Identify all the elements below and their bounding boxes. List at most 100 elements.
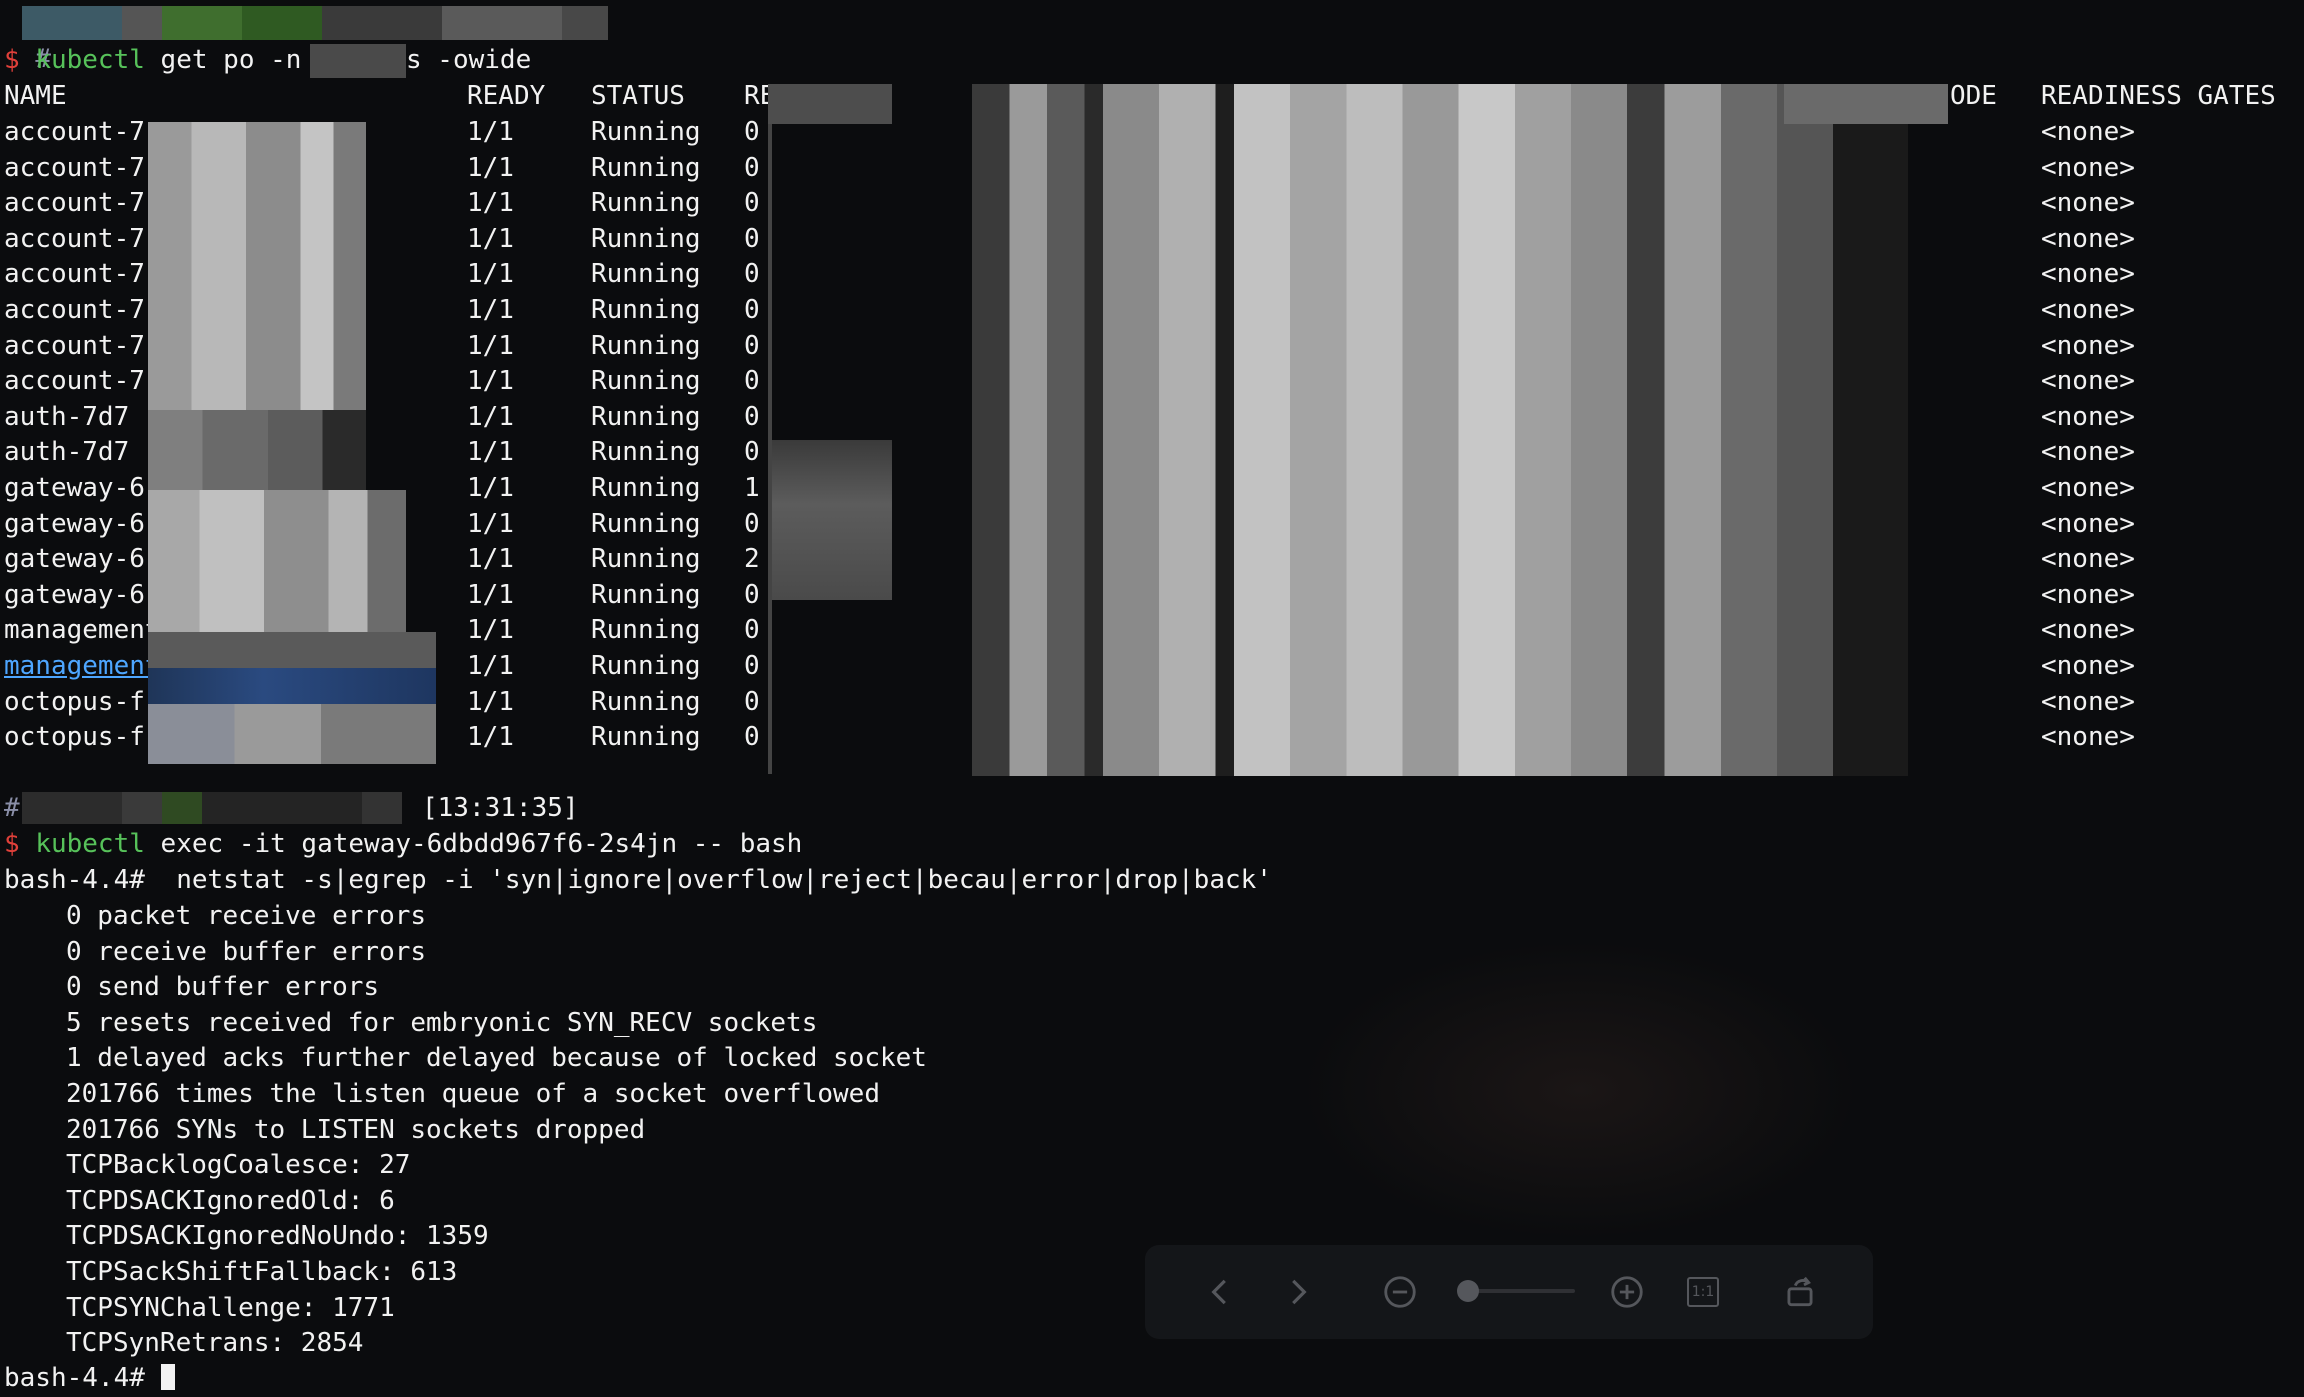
pod-ready: 1/1 <box>467 579 514 610</box>
redacted-block <box>202 792 362 824</box>
chevron-left-icon[interactable] <box>1195 1267 1245 1317</box>
redacted-columns <box>772 440 892 600</box>
pod-name: gateway-6 <box>4 544 145 575</box>
pod-ready: 1/1 <box>467 437 514 468</box>
redacted-block <box>362 792 402 824</box>
output-line: 0 packet receive errors <box>66 901 427 931</box>
pod-readiness-gates: <none> <box>2041 295 2135 325</box>
final-prompt-line[interactable]: bash-4.4# <box>4 1361 175 1397</box>
command-name: kubectl <box>35 45 145 75</box>
command-line-1: $ kubectl get po -n <box>4 43 301 79</box>
header-ready: READY <box>467 81 546 111</box>
pod-status: Running <box>591 508 701 539</box>
pod-status: Running <box>591 330 701 361</box>
redacted-pod-names <box>148 668 436 704</box>
output-line: TCPDSACKIgnoredOld: 6 <box>66 1185 395 1216</box>
output-line: TCPDSACKIgnoredNoUndo: 1359 <box>66 1221 489 1252</box>
pod-ready: 1/1 <box>467 544 514 575</box>
pod-ready: 1/1 <box>467 366 514 397</box>
redacted-block <box>242 6 322 40</box>
text-cursor <box>160 1364 175 1390</box>
chevron-right-icon[interactable] <box>1273 1267 1323 1317</box>
command-args-tail: s -owide <box>406 45 532 75</box>
redacted-pod-names <box>148 410 366 490</box>
pod-ready: 1/1 <box>467 259 514 290</box>
pod-ready: 1/1 <box>467 188 514 219</box>
redacted-columns <box>768 84 892 124</box>
redacted-block <box>562 6 608 40</box>
actual-size-icon[interactable]: 1:1 <box>1678 1267 1728 1317</box>
output-line: 201766 SYNs to LISTEN sockets dropped <box>66 1114 646 1145</box>
pod-status: Running <box>591 615 701 646</box>
header-status: STATUS <box>591 81 685 111</box>
pod-readiness-gates: <none> <box>2041 473 2135 503</box>
pod-name: gateway-6 <box>4 473 145 503</box>
pod-status: Running <box>591 686 701 717</box>
pod-status: Running <box>591 722 701 753</box>
shell-prompt: bash-4.4# <box>4 865 145 895</box>
pod-status: Running <box>591 437 701 468</box>
pod-status: Running <box>591 544 701 575</box>
pod-name: account-7 <box>4 152 145 183</box>
header-node: ODE <box>1950 81 1997 111</box>
pod-restarts: 0 <box>744 366 760 397</box>
pod-ready: 1/1 <box>467 152 514 183</box>
pod-restarts: 2 <box>744 544 760 575</box>
zoom-in-icon[interactable] <box>1602 1267 1652 1317</box>
redacted-block <box>22 792 122 824</box>
output-line: TCPSackShiftFallback: 613 <box>66 1257 458 1287</box>
prompt-time: [13:31:35] <box>422 793 579 823</box>
redacted-pod-names <box>148 122 366 410</box>
command-name: kubectl <box>35 829 145 859</box>
pod-restarts: 0 <box>744 117 760 147</box>
pod-status: Running <box>591 295 701 325</box>
pod-status: Running <box>591 188 701 219</box>
pod-readiness-gates: <none> <box>2041 722 2135 753</box>
pod-status: Running <box>591 473 701 503</box>
command-line-2: $ kubectl exec -it gateway-6dbdd967f6-2s… <box>4 827 802 863</box>
redacted-block <box>22 6 122 40</box>
pod-name: account-7 <box>4 330 145 361</box>
pod-name: account-7 <box>4 223 145 254</box>
command-args: get po -n <box>160 45 302 75</box>
image-viewer-toolbar: 1:1 <box>1145 1245 1873 1339</box>
pod-status: Running <box>591 259 701 290</box>
pod-restarts: 0 <box>744 188 760 219</box>
pod-ready: 1/1 <box>467 473 514 503</box>
actual-size-label: 1:1 <box>1687 1277 1719 1307</box>
pod-status: Running <box>591 651 701 681</box>
zoom-slider-thumb[interactable] <box>1457 1280 1479 1302</box>
pod-name: octopus-f <box>4 722 145 753</box>
pod-restarts: 0 <box>744 579 760 610</box>
output-line: TCPBacklogCoalesce: 27 <box>66 1150 411 1181</box>
pod-name: account-7 <box>4 117 145 147</box>
pod-name: auth-7d7 <box>4 437 130 468</box>
pod-readiness-gates: <none> <box>2041 579 2135 610</box>
pod-restarts: 0 <box>744 401 760 432</box>
redacted-block <box>442 6 562 40</box>
output-line: TCPSYNChallenge: 1771 <box>66 1292 395 1323</box>
pod-restarts: 0 <box>744 223 760 254</box>
background-glow <box>1300 940 1860 1240</box>
output-line: TCPSynRetrans: 2854 <box>66 1328 364 1359</box>
pod-name: gateway-6 <box>4 508 145 539</box>
pod-readiness-gates: <none> <box>2041 223 2135 254</box>
netstat-command: netstat -s|egrep -i 'syn|ignore|overflow… <box>176 865 1272 895</box>
pod-readiness-gates: <none> <box>2041 437 2135 468</box>
pod-restarts: 1 <box>744 473 760 503</box>
pod-readiness-gates: <none> <box>2041 651 2135 681</box>
pod-name: account-7 <box>4 188 145 219</box>
pod-ready: 1/1 <box>467 722 514 753</box>
pod-readiness-gates: <none> <box>2041 615 2135 646</box>
redacted-block <box>162 6 242 40</box>
zoom-slider[interactable] <box>1457 1280 1575 1302</box>
zoom-out-icon[interactable] <box>1375 1267 1425 1317</box>
pod-ready: 1/1 <box>467 615 514 646</box>
redacted-block <box>322 6 442 40</box>
pod-name[interactable]: management <box>4 649 161 685</box>
rotate-icon[interactable] <box>1775 1267 1825 1317</box>
pod-readiness-gates: <none> <box>2041 544 2135 575</box>
shell-prompt: bash-4.4# <box>4 1363 145 1393</box>
redacted-pod-names <box>148 632 436 668</box>
pod-readiness-gates: <none> <box>2041 508 2135 539</box>
